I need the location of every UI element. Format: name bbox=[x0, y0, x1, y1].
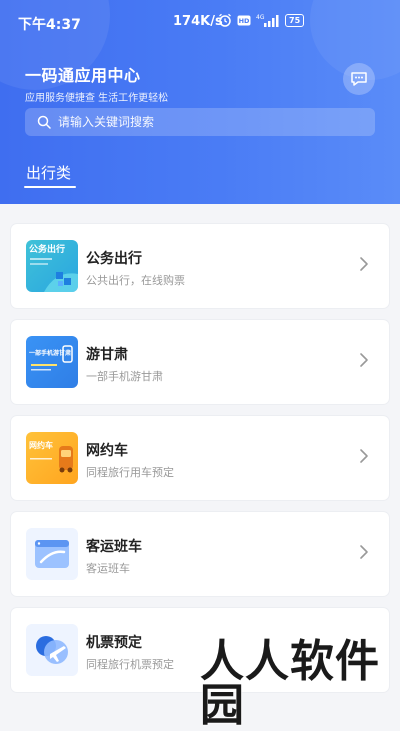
message-button[interactable] bbox=[343, 63, 375, 95]
status-icons: HD 4G 75 bbox=[218, 13, 305, 27]
chevron-right-icon bbox=[360, 353, 368, 367]
service-desc: 同程旅行用车预定 bbox=[86, 466, 174, 479]
page-subtitle: 应用服务便捷查 生活工作更轻松 bbox=[25, 93, 169, 104]
battery-icon: 75 bbox=[285, 13, 305, 27]
service-desc: 同程旅行机票预定 bbox=[86, 658, 174, 671]
service-card-gansu-travel[interactable]: 一部手机游甘肃 游甘肃 一部手机游甘肃 bbox=[11, 320, 389, 404]
service-card-ride-hailing[interactable]: 网约车 网约车 同程旅行用车预定 bbox=[11, 416, 389, 500]
network-speed: 174K/s bbox=[173, 14, 223, 29]
page-title: 一码通应用中心 bbox=[25, 66, 141, 85]
chevron-right-icon bbox=[360, 545, 368, 559]
service-desc: 公共出行，在线购票 bbox=[86, 274, 185, 287]
service-name: 公务出行 bbox=[86, 251, 142, 267]
service-name: 机票预定 bbox=[86, 635, 142, 651]
signal-icon: 4G bbox=[256, 14, 279, 27]
chat-bubble-icon bbox=[351, 72, 367, 86]
service-card-official-travel[interactable]: 公务出行 公务出行 公共出行，在线购票 bbox=[11, 224, 389, 308]
service-name: 游甘肃 bbox=[86, 347, 128, 363]
ride-hailing-icon: 网约车 bbox=[26, 432, 78, 484]
status-time: 下午4:37 bbox=[18, 17, 81, 33]
service-name: 客运班车 bbox=[86, 539, 142, 555]
chevron-right-icon bbox=[360, 449, 368, 463]
service-name: 网约车 bbox=[86, 443, 128, 459]
svg-text:HD: HD bbox=[239, 17, 250, 25]
alarm-icon bbox=[219, 13, 231, 27]
tab-label: 出行类 bbox=[26, 164, 72, 182]
service-desc: 客运班车 bbox=[86, 562, 130, 575]
svg-text:4G: 4G bbox=[256, 14, 265, 21]
search-bar[interactable] bbox=[25, 108, 375, 136]
header-banner: 下午4:37 174K/s HD 4G 75 一码通应用中心 应用服务便捷查 生… bbox=[0, 0, 400, 204]
search-icon bbox=[37, 115, 51, 129]
tab-travel[interactable]: 出行类 bbox=[24, 162, 76, 188]
header-title-block: 一码通应用中心 应用服务便捷查 生活工作更轻松 bbox=[25, 62, 168, 104]
gansu-travel-icon: 一部手机游甘肃 bbox=[26, 336, 78, 388]
hd-icon: HD bbox=[237, 15, 251, 25]
chevron-right-icon bbox=[360, 257, 368, 271]
bus-ticket-icon bbox=[26, 528, 78, 580]
status-bar: 下午4:37 174K/s HD 4G 75 bbox=[0, 0, 400, 46]
service-list: 公务出行 公务出行 公共出行，在线购票 一部手机游甘肃 游甘肃 一部手机游甘肃 … bbox=[11, 224, 389, 704]
flight-booking-icon bbox=[26, 624, 78, 676]
tab-active-indicator bbox=[24, 186, 76, 188]
service-card-bus[interactable]: 客运班车 客运班车 bbox=[11, 512, 389, 596]
official-travel-icon: 公务出行 bbox=[26, 240, 78, 292]
search-input[interactable] bbox=[56, 114, 350, 130]
service-desc: 一部手机游甘肃 bbox=[86, 370, 163, 383]
watermark: 人人软件园 bbox=[200, 636, 380, 731]
